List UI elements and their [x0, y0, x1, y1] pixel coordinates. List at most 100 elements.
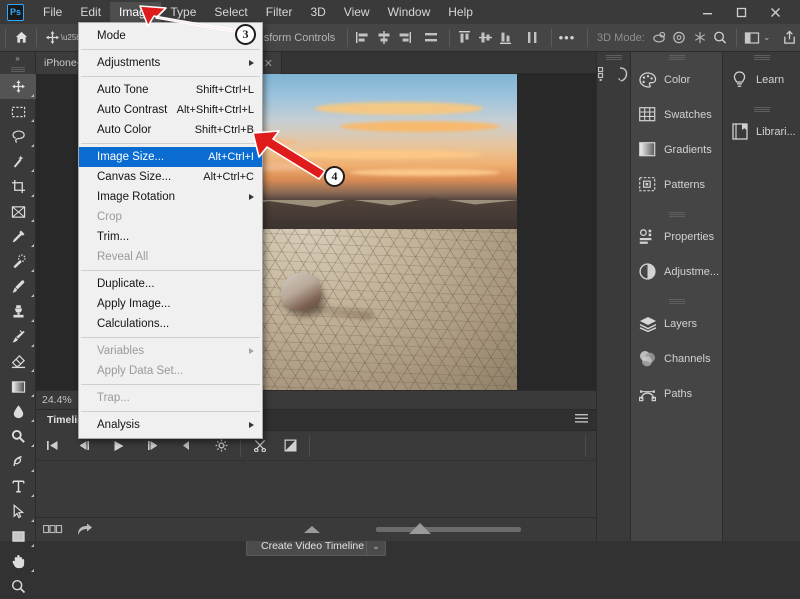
actions-panel-icon[interactable] [615, 65, 630, 84]
zoom-in-handle-icon[interactable] [409, 523, 431, 534]
zoom-out-handle-icon[interactable] [304, 526, 320, 533]
panel-layers[interactable]: Layers [631, 306, 722, 341]
menu-item-adjustments[interactable]: Adjustments [79, 53, 262, 73]
menu-item-crop: Crop [97, 211, 122, 223]
spot-healing-brush-tool[interactable] [0, 249, 36, 274]
home-icon[interactable] [11, 27, 31, 49]
forward-arrow-icon[interactable] [72, 523, 98, 537]
clone-stamp-tool[interactable] [0, 299, 36, 324]
menu-item-trim[interactable]: Trim... [79, 227, 262, 247]
go-to-first-frame-button[interactable] [40, 433, 65, 459]
menu-file[interactable]: File [34, 2, 71, 23]
menu-item-canvas-size[interactable]: Canvas Size... Alt+Ctrl+C [79, 167, 262, 187]
minimize-icon[interactable] [690, 0, 724, 24]
menu-help[interactable]: Help [439, 2, 482, 23]
panel-gradients[interactable]: Gradients [631, 132, 722, 167]
panel-adjustments[interactable]: Adjustme... [631, 254, 722, 289]
move-tool[interactable] [0, 74, 36, 99]
color-group-grip[interactable] [631, 52, 722, 62]
panel-libraries[interactable]: Librari... [723, 114, 800, 149]
image-menu-dropdown[interactable]: Mode Adjustments Auto Tone Shift+Ctrl+L … [78, 22, 263, 439]
menu-edit[interactable]: Edit [71, 2, 110, 23]
history-brush-tool[interactable] [0, 324, 36, 349]
align-vertical-centers-icon[interactable] [475, 27, 495, 49]
align-horizontal-centers-icon[interactable] [374, 27, 394, 49]
gradient-tool[interactable] [0, 374, 36, 399]
menu-type[interactable]: Type [161, 2, 205, 23]
properties-group-grip[interactable] [631, 209, 722, 219]
path-selection-tool[interactable] [0, 499, 36, 524]
menu-image[interactable]: Image [110, 1, 162, 23]
history-panel-icon[interactable] [597, 65, 612, 84]
pen-tool[interactable] [0, 449, 36, 474]
rectangle-tool[interactable] [0, 524, 36, 549]
quick-selection-tool[interactable] [0, 149, 36, 174]
panel-properties[interactable]: Properties [631, 219, 722, 254]
orbit-3d-icon[interactable] [649, 27, 669, 49]
hamburger-menu-icon[interactable] [575, 413, 588, 427]
menu-item-image-size[interactable]: Image Size... Alt+Ctrl+I [79, 147, 262, 167]
distribute-vertically-icon[interactable] [522, 27, 542, 49]
move-tool-icon[interactable] [42, 27, 62, 49]
screen-mode-icon[interactable] [742, 27, 762, 49]
menu-item-auto-color[interactable]: Auto Color Shift+Ctrl+B [79, 120, 262, 140]
brush-tool[interactable] [0, 274, 36, 299]
maximize-icon[interactable] [724, 0, 758, 24]
libraries-panel-group: Librari... [723, 104, 800, 152]
timeline-zoom-slider[interactable] [376, 527, 521, 532]
menu-item-auto-tone[interactable]: Auto Tone Shift+Ctrl+L [79, 80, 262, 100]
menu-item-auto-contrast[interactable]: Auto Contrast Alt+Shift+Ctrl+L [79, 100, 262, 120]
eyedropper-tool[interactable] [0, 224, 36, 249]
step-badge-3: 3 [235, 24, 256, 45]
close-document-icon[interactable]: ✕ [264, 57, 273, 70]
libraries-group-grip[interactable] [723, 104, 800, 114]
roll-3d-icon[interactable] [669, 27, 689, 49]
menu-3d[interactable]: 3D [301, 2, 334, 23]
collapse-toolbar-button[interactable]: » [0, 52, 35, 65]
mode-3d-label: 3D Mode: [597, 31, 645, 44]
menu-item-analysis[interactable]: Analysis [79, 415, 262, 435]
zoom-3d-icon[interactable] [710, 27, 730, 49]
close-icon[interactable] [758, 0, 792, 24]
align-right-edges-icon[interactable] [394, 27, 414, 49]
horizontal-type-tool[interactable] [0, 474, 36, 499]
blur-tool[interactable] [0, 399, 36, 424]
panel-swatches[interactable]: Swatches [631, 97, 722, 132]
menu-item-calculations[interactable]: Calculations... [79, 314, 262, 334]
panel-channels[interactable]: Channels [631, 341, 722, 376]
menu-item-apply-image[interactable]: Apply Image... [79, 294, 262, 314]
menu-item-image-rotation[interactable]: Image Rotation [79, 187, 262, 207]
menu-item-duplicate[interactable]: Duplicate... [79, 274, 262, 294]
panel-label-swatches: Swatches [664, 108, 712, 121]
align-left-edges-icon[interactable] [353, 27, 373, 49]
menu-window[interactable]: Window [379, 2, 440, 23]
layers-group-grip[interactable] [631, 296, 722, 306]
lasso-tool[interactable] [0, 124, 36, 149]
panel-paths[interactable]: Paths [631, 376, 722, 411]
distribute-horizontally-icon[interactable] [421, 27, 441, 49]
menu-separator [81, 49, 260, 50]
share-icon[interactable] [780, 27, 800, 49]
more-options-button[interactable]: ••• [557, 27, 577, 49]
panel-color[interactable]: Color [631, 62, 722, 97]
transition-button[interactable] [278, 433, 303, 459]
toolbar-grip[interactable] [0, 65, 35, 74]
eraser-tool[interactable] [0, 349, 36, 374]
history-dock-grip[interactable] [597, 52, 630, 62]
panel-patterns[interactable]: Patterns [631, 167, 722, 202]
menu-select[interactable]: Select [205, 2, 256, 23]
menu-filter[interactable]: Filter [257, 2, 302, 23]
pan-3d-icon[interactable] [690, 27, 710, 49]
frame-tool[interactable] [0, 199, 36, 224]
panel-learn[interactable]: Learn [723, 62, 800, 97]
zoom-tool[interactable] [0, 574, 36, 599]
menu-view[interactable]: View [335, 2, 379, 23]
frames-icon[interactable] [40, 525, 66, 534]
align-top-edges-icon[interactable] [455, 27, 475, 49]
align-bottom-edges-icon[interactable] [496, 27, 516, 49]
hand-tool[interactable] [0, 549, 36, 574]
dodge-tool[interactable] [0, 424, 36, 449]
rectangular-marquee-tool[interactable] [0, 99, 36, 124]
crop-tool[interactable] [0, 174, 36, 199]
learn-group-grip[interactable] [723, 52, 800, 62]
